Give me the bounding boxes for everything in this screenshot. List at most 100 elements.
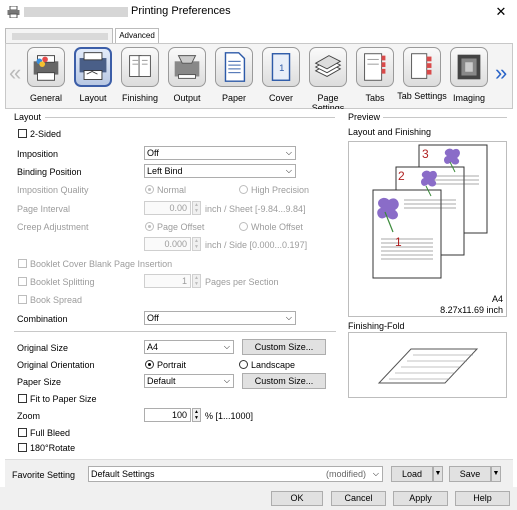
page-interval-unit: inch / Sheet [-9.84...9.84]	[205, 204, 306, 214]
ribbon-general[interactable]: General	[24, 47, 68, 107]
page-interval-input[interactable]: 0.00	[144, 201, 191, 215]
chevron-right-icon[interactable]: »	[495, 62, 507, 84]
ribbon-page-settings[interactable]: Page Settings	[306, 47, 350, 113]
ribbon-layout[interactable]: Layout	[71, 47, 115, 107]
printer-icon	[7, 6, 20, 18]
save-button[interactable]: Save	[449, 466, 491, 482]
cover-icon: 1	[262, 47, 300, 87]
page-interval-label: Page Interval	[17, 204, 71, 214]
booklet-cover-blank-checkbox[interactable]	[18, 259, 27, 268]
chevron-down-icon: ⌵	[285, 166, 292, 175]
tab-printer[interactable]	[5, 28, 113, 44]
full-bleed-label: Full Bleed	[30, 428, 71, 438]
layout-group-title: Layout	[14, 112, 42, 122]
fit-to-paper-checkbox[interactable]	[18, 394, 27, 403]
book-spread-checkbox[interactable]	[18, 295, 27, 304]
chevron-left-icon[interactable]: «	[9, 62, 21, 84]
apply-button[interactable]: Apply	[393, 491, 448, 506]
settings-panel: Layout 2-Sided Imposition Off ⌵ Binding P…	[5, 109, 513, 454]
preview-title: Preview	[348, 112, 381, 122]
finishing-icon	[121, 47, 159, 87]
booklet-splitting-input[interactable]: 1	[144, 274, 191, 288]
landscape-label: Landscape	[251, 360, 296, 370]
quality-normal-label: Normal	[157, 185, 187, 195]
original-size-value: A4	[147, 342, 159, 352]
binding-position-value: Left Bind	[147, 166, 183, 176]
favorite-setting-label: Favorite Setting	[12, 470, 76, 480]
booklet-splitting-spinner[interactable]: ▲ ▼	[192, 274, 201, 288]
close-button[interactable]: ✕	[492, 3, 510, 21]
booklet-splitting-label: Booklet Splitting	[30, 277, 95, 287]
chevron-down-icon: ⌵	[285, 313, 292, 322]
chevron-down-icon: ⌵	[223, 342, 230, 351]
ribbon-tab-settings[interactable]: Tab Settings	[397, 47, 447, 107]
two-sided-label: 2-Sided	[30, 129, 62, 139]
imaging-icon	[450, 47, 488, 87]
quality-high-radio[interactable]	[239, 185, 248, 194]
creep-value-input[interactable]: 0.000	[144, 237, 191, 251]
quality-high-label: High Precision	[251, 185, 310, 195]
original-size-select[interactable]: A4 ⌵	[144, 340, 234, 354]
creep-page-offset-label: Page Offset	[157, 222, 205, 232]
quality-normal-radio[interactable]	[145, 185, 154, 194]
creep-whole-offset-radio[interactable]	[239, 222, 248, 231]
page-interval-spinner[interactable]: ▲ ▼	[192, 201, 201, 215]
output-icon	[168, 47, 206, 87]
ribbon-output[interactable]: Output	[165, 47, 209, 107]
save-dropdown-arrow-icon[interactable]: ▼	[491, 466, 501, 482]
ribbon-finishing[interactable]: Finishing	[118, 47, 162, 107]
booklet-splitting-checkbox[interactable]	[18, 277, 27, 286]
paper-dimensions: 8.27x11.69 inch	[440, 305, 503, 315]
window-title: Printing Preferences	[131, 5, 231, 17]
ribbon-imaging-label: Imaging	[452, 93, 486, 103]
portrait-radio[interactable]	[145, 360, 154, 369]
cancel-button[interactable]: Cancel	[331, 491, 386, 506]
page-number-3: 3	[422, 147, 429, 161]
feature-ribbon: « » General Layout Finishing Output Pape…	[5, 43, 513, 113]
creep-page-offset-radio[interactable]	[145, 222, 154, 231]
ribbon-paper[interactable]: Paper	[212, 47, 256, 107]
full-bleed-checkbox[interactable]	[18, 428, 27, 437]
booklet-pages-illustration: 3 2 1	[372, 144, 488, 279]
imposition-select[interactable]: Off ⌵	[144, 146, 296, 160]
load-dropdown-arrow-icon[interactable]: ▼	[433, 466, 443, 482]
imposition-quality-label: Imposition Quality	[17, 185, 89, 195]
zoom-label: Zoom	[17, 411, 41, 421]
ribbon-cover[interactable]: 1 Cover	[259, 47, 303, 107]
original-size-label: Original Size	[17, 343, 69, 353]
help-button[interactable]: Help	[455, 491, 510, 506]
chevron-down-icon: ⌵	[223, 376, 230, 385]
fold-preview	[348, 332, 507, 398]
paper-size-select[interactable]: Default ⌵	[144, 374, 234, 388]
page-number-2: 2	[398, 169, 405, 183]
zoom-spinner[interactable]: ▲ ▼	[192, 408, 201, 422]
favorite-setting-value: Default Settings	[91, 469, 155, 479]
zoom-unit: % [1...1000]	[205, 411, 254, 421]
book-spread-label: Book Spread	[30, 295, 83, 305]
page-settings-icon	[309, 47, 347, 87]
load-button[interactable]: Load	[391, 466, 433, 482]
paper-custom-size-button[interactable]: Custom Size...	[242, 373, 326, 389]
creep-value-spinner[interactable]: ▲ ▼	[192, 237, 201, 251]
combination-select[interactable]: Off ⌵	[144, 311, 296, 325]
zoom-input[interactable]: 100	[144, 408, 191, 422]
tab-advanced[interactable]: Advanced	[115, 28, 159, 44]
paper-size-value: Default	[147, 376, 176, 386]
favorite-setting-select[interactable]: Default Settings (modified) ⌵	[88, 466, 383, 482]
group-divider	[45, 117, 335, 118]
paper-name: A4	[491, 294, 503, 304]
binding-position-select[interactable]: Left Bind ⌵	[144, 164, 296, 178]
page-number-1: 1	[395, 235, 402, 249]
landscape-radio[interactable]	[239, 360, 248, 369]
two-sided-checkbox[interactable]	[18, 129, 27, 138]
fit-to-paper-label: Fit to Paper Size	[30, 394, 97, 404]
booklet-cover-blank-label: Booklet Cover Blank Page Insertion	[30, 259, 173, 269]
title-bar: Printing Preferences ✕	[0, 0, 517, 26]
ribbon-tabs[interactable]: Tabs	[353, 47, 397, 107]
ribbon-imaging[interactable]: Imaging	[447, 47, 491, 107]
ok-button[interactable]: OK	[271, 491, 323, 506]
rotate-180-checkbox[interactable]	[18, 443, 27, 452]
tab-settings-icon	[403, 47, 441, 87]
chevron-down-icon: ⌵	[285, 148, 292, 157]
original-custom-size-button[interactable]: Custom Size...	[242, 339, 326, 355]
